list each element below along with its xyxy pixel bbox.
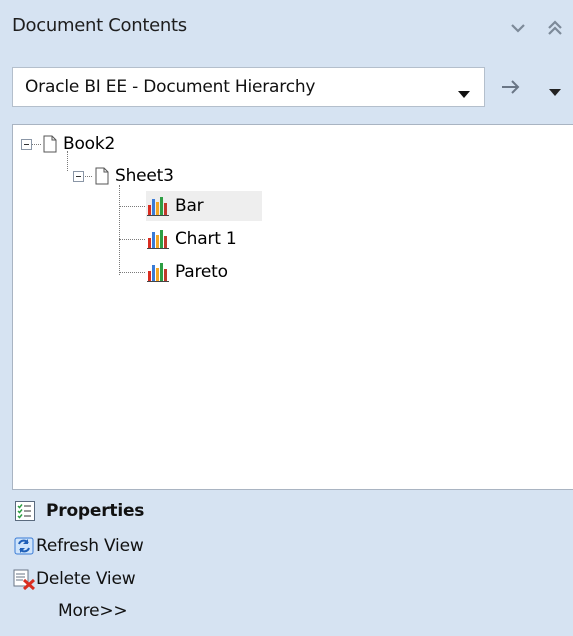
tree-connector: [119, 239, 145, 240]
more-link[interactable]: More>>: [58, 601, 128, 621]
collapse-sheet3-toggle[interactable]: [73, 171, 84, 182]
properties-button[interactable]: Properties: [14, 500, 144, 522]
delete-view-icon: [13, 569, 36, 590]
more-label: More>>: [58, 601, 128, 621]
delete-view-button[interactable]: Delete View: [12, 568, 136, 590]
refresh-icon: [14, 537, 34, 555]
document-tree: Book2 Sheet3 Bar Chart 1 Pareto: [12, 124, 573, 490]
panel-title: Document Contents: [12, 15, 187, 36]
properties-icon: [15, 501, 35, 521]
properties-label: Properties: [46, 501, 145, 521]
tree-item-book2[interactable]: Book2: [43, 129, 115, 159]
tree-item-sheet3[interactable]: Sheet3: [95, 161, 174, 191]
double-chevron-up-icon[interactable]: [545, 18, 565, 38]
document-icon: [95, 167, 109, 185]
tree-item-pareto[interactable]: Pareto: [147, 257, 228, 287]
tree-item-bar[interactable]: Bar: [147, 191, 204, 221]
bar-chart-icon: [147, 263, 169, 282]
bar-chart-icon: [147, 230, 169, 249]
arrow-right-icon[interactable]: [500, 78, 522, 100]
hierarchy-dropdown[interactable]: Oracle BI EE - Document Hierarchy: [12, 67, 485, 107]
tree-item-label: Pareto: [175, 262, 228, 282]
tree-item-label: Chart 1: [175, 229, 237, 249]
tree-connector: [119, 185, 120, 275]
triangle-down-icon[interactable]: [549, 82, 561, 101]
panel-header: Document Contents: [0, 0, 573, 56]
document-icon: [43, 135, 57, 153]
tree-connector: [119, 206, 145, 207]
tree-connector: [32, 144, 41, 145]
refresh-view-button[interactable]: Refresh View: [12, 535, 144, 557]
refresh-view-label: Refresh View: [36, 536, 144, 556]
collapse-book2-toggle[interactable]: [21, 139, 32, 150]
hierarchy-dropdown-value: Oracle BI EE - Document Hierarchy: [25, 77, 316, 97]
tree-item-label: Sheet3: [115, 166, 174, 186]
tree-connector: [83, 176, 92, 177]
tree-item-chart-1[interactable]: Chart 1: [147, 224, 237, 254]
delete-view-label: Delete View: [36, 569, 136, 589]
tree-item-label: Book2: [63, 134, 116, 154]
dropdown-arrow-icon[interactable]: [458, 84, 470, 103]
tree-item-label: Bar: [175, 196, 204, 216]
chevron-down-icon[interactable]: [508, 18, 528, 38]
actions-panel: Properties Refresh View Delete View More…: [0, 492, 573, 636]
bar-chart-icon: [147, 197, 169, 216]
tree-connector: [119, 272, 145, 273]
